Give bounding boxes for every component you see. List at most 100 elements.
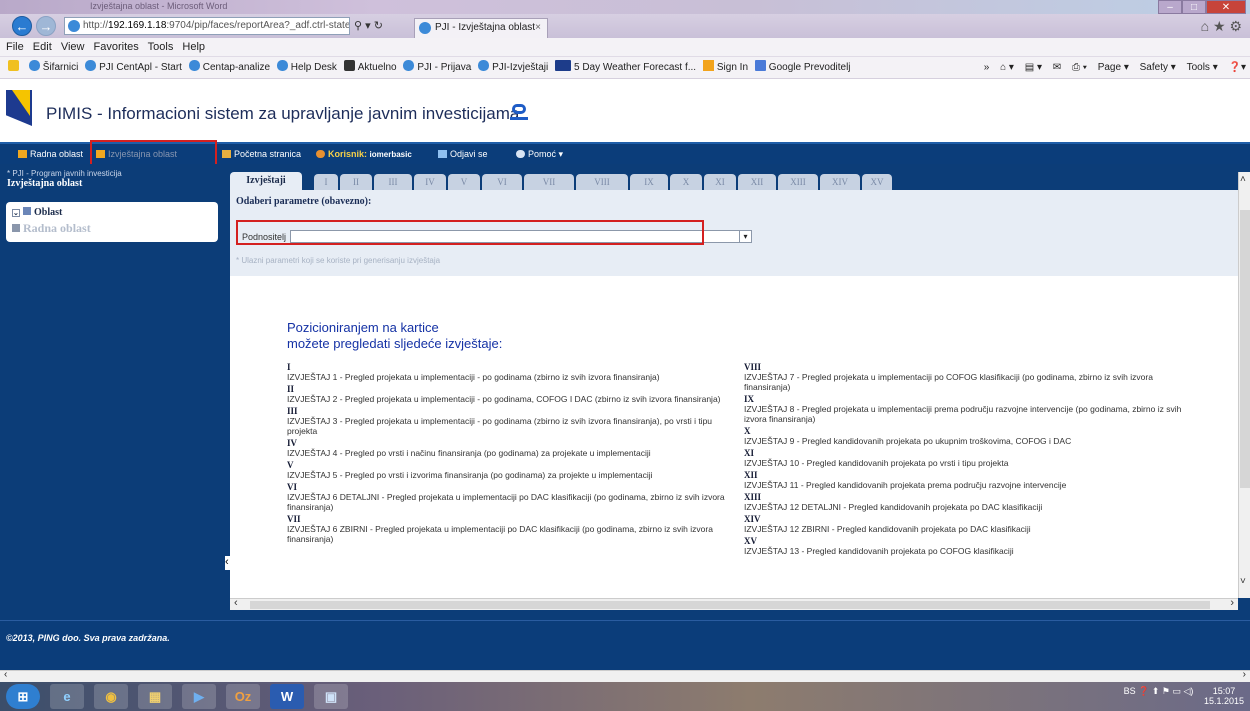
tab-report-vii[interactable]: VII (524, 174, 574, 190)
favorite-centapl[interactable]: PJI CentApl - Start (85, 57, 182, 78)
nav-radna-oblast[interactable]: Radna oblast (18, 144, 83, 164)
tab-report-ix[interactable]: IX (630, 174, 668, 190)
tab-report-iv[interactable]: IV (414, 174, 446, 190)
highlight-box-podnositelj (236, 220, 704, 245)
favorites-bar: Šifarnici PJI CentApl - Start Centap-ana… (0, 57, 1250, 79)
chevron-more-icon[interactable]: » (984, 62, 990, 73)
user-icon (316, 150, 325, 158)
scroll-left-icon[interactable]: ‹ (4, 669, 7, 680)
tab-report-xv[interactable]: XV (862, 174, 892, 190)
close-button[interactable]: ✕ (1206, 0, 1246, 14)
favorite-google-prevoditelj[interactable]: Google Prevoditelj (754, 57, 851, 78)
forward-button[interactable]: → (36, 16, 56, 36)
report-number: IV (287, 438, 298, 448)
minimize-button[interactable]: – (1158, 0, 1182, 14)
scroll-left-icon[interactable]: ‹ (234, 597, 238, 609)
add-favorite-star-icon[interactable] (8, 57, 22, 78)
menu-edit[interactable]: Edit (33, 41, 52, 53)
ping-logo-icon (512, 104, 526, 114)
taskbar-ie-icon[interactable]: e (50, 684, 84, 709)
language-indicator[interactable]: BS (1124, 686, 1136, 696)
maximize-button[interactable]: □ (1182, 0, 1206, 14)
report-description: IZVJEŠTAJ 12 ZBIRNI - Pregled kandidovan… (744, 524, 1031, 534)
taskbar-explorer-icon[interactable]: ▦ (138, 684, 172, 709)
left-navigation-pane: * PJI - Program javnih investicija Izvje… (0, 164, 230, 620)
menu-file[interactable]: File (6, 41, 24, 53)
nav-pomoc[interactable]: Pomoć ▾ (516, 144, 563, 164)
report-number: XV (744, 536, 757, 546)
scroll-up-icon[interactable]: ˄ (1240, 174, 1246, 185)
back-button[interactable]: ← (12, 16, 32, 36)
taskbar-word-icon[interactable]: W (270, 684, 304, 709)
report-description: IZVJEŠTAJ 6 DETALJNI - Pregled projekata… (287, 492, 725, 512)
menu-help[interactable]: Help (182, 41, 205, 53)
tab-report-x[interactable]: X (670, 174, 702, 190)
tab-report-i[interactable]: I (314, 174, 338, 190)
print-menu-icon[interactable]: ⎙ ▾ (1072, 62, 1087, 73)
help-menu-icon[interactable]: ❓▾ (1229, 62, 1246, 73)
scroll-right-icon[interactable]: › (1243, 669, 1246, 680)
logout-icon (438, 150, 447, 158)
home-favorites-settings-icons[interactable]: ⌂ ★ ⚙ (1201, 18, 1242, 35)
tab-report-xii[interactable]: XII (738, 174, 776, 190)
chevron-down-icon[interactable]: ▾ (739, 231, 751, 242)
favorite-sifarnici[interactable]: Šifarnici (28, 57, 78, 78)
window-controls: – □ ✕ (1158, 0, 1246, 14)
taskbar-chrome-icon[interactable]: ◉ (94, 684, 128, 709)
tab-report-xiii[interactable]: XIII (778, 174, 818, 190)
tab-report-vi[interactable]: VI (482, 174, 522, 190)
browser-tab-active[interactable]: PJI - Izvještajna oblast × (414, 18, 548, 38)
menu-tools[interactable]: Tools (148, 41, 174, 53)
menu-view[interactable]: View (61, 41, 85, 53)
home-menu-icon[interactable]: ⌂ ▾ (1000, 62, 1014, 73)
tab-report-iii[interactable]: III (374, 174, 412, 190)
expand-toggle-icon[interactable]: ⌄ (12, 209, 20, 217)
scroll-right-icon[interactable]: › (1230, 597, 1234, 609)
horizontal-scrollbar[interactable]: ‹ › (230, 597, 1238, 610)
favorite-help-desk[interactable]: Help Desk (276, 57, 337, 78)
report-number: VIII (744, 362, 762, 372)
menu-favorites[interactable]: Favorites (94, 41, 139, 53)
address-bar[interactable]: http://192.169.1.18:9704/pip/faces/repor… (64, 17, 350, 35)
scroll-thumb[interactable] (250, 601, 1210, 609)
nav-pocetna-stranica[interactable]: Početna stranica (222, 144, 301, 164)
tab-report-ii[interactable]: II (340, 174, 372, 190)
favorite-sign-in[interactable]: Sign In (702, 57, 748, 78)
window-title-bar: Izvještajna oblast - Microsoft Word – □ … (0, 0, 1250, 14)
taskbar-media-icon[interactable]: ▶ (182, 684, 216, 709)
vertical-scrollbar[interactable]: ˄ ˅ (1238, 172, 1250, 598)
safety-menu[interactable]: Safety ▾ (1140, 62, 1176, 73)
report-description: IZVJEŠTAJ 4 - Pregled po vrsti i načinu … (287, 448, 651, 458)
left-pane-title: Izvještajna oblast (7, 178, 83, 189)
favorite-centap-analize[interactable]: Centap-analize (188, 57, 270, 78)
tab-izvjestaji[interactable]: Izvještaji (230, 172, 302, 190)
page-horizontal-scrollbar[interactable]: ‹ › (0, 669, 1250, 682)
taskbar-outlook-icon[interactable]: Oz (226, 684, 260, 709)
scroll-down-icon[interactable]: ˅ (1240, 576, 1246, 587)
tab-report-viii[interactable]: VIII (576, 174, 628, 190)
tree-item-radna-oblast[interactable]: Radna oblast (12, 221, 91, 236)
taskbar-window-icon[interactable]: ▣ (314, 684, 348, 709)
tree-item-oblast[interactable]: ⌄ Oblast (12, 207, 62, 218)
scroll-thumb[interactable] (1240, 210, 1250, 488)
page-menu[interactable]: Page ▾ (1098, 62, 1129, 73)
microsoft-favicon (702, 60, 714, 71)
favorite-pji-prijava[interactable]: PJI - Prijava (403, 57, 471, 78)
mail-icon[interactable]: ✉ (1053, 62, 1061, 73)
intro-line-2: možete pregledati sljedeće izvještaje: (287, 336, 503, 351)
tray-icons[interactable]: ❓ ⬆ ⚑ ▭ ◁) (1138, 686, 1193, 696)
tab-report-xiv[interactable]: XIV (820, 174, 860, 190)
clock-time: 15:07 (1212, 686, 1236, 696)
tab-report-xi[interactable]: XI (704, 174, 736, 190)
start-button[interactable]: ⊞ (6, 684, 40, 709)
tools-menu[interactable]: Tools ▾ (1187, 62, 1218, 73)
favorite-pji-izvjestaji[interactable]: PJI-Izvještaji (478, 57, 548, 78)
feeds-menu-icon[interactable]: ▤ ▾ (1025, 62, 1042, 73)
favorite-weather[interactable]: 5 Day Weather Forecast f... (555, 57, 696, 78)
tab-close-icon[interactable]: × (535, 19, 541, 37)
favorite-aktuelno[interactable]: Aktuelno (343, 57, 397, 78)
clock[interactable]: 15:07 15.1.2015 (1204, 686, 1244, 706)
nav-odjavi-se[interactable]: Odjavi se (438, 144, 488, 164)
tab-report-v[interactable]: V (448, 174, 480, 190)
address-actions-icon[interactable]: ⚲ ▾ ↻ (354, 19, 383, 32)
